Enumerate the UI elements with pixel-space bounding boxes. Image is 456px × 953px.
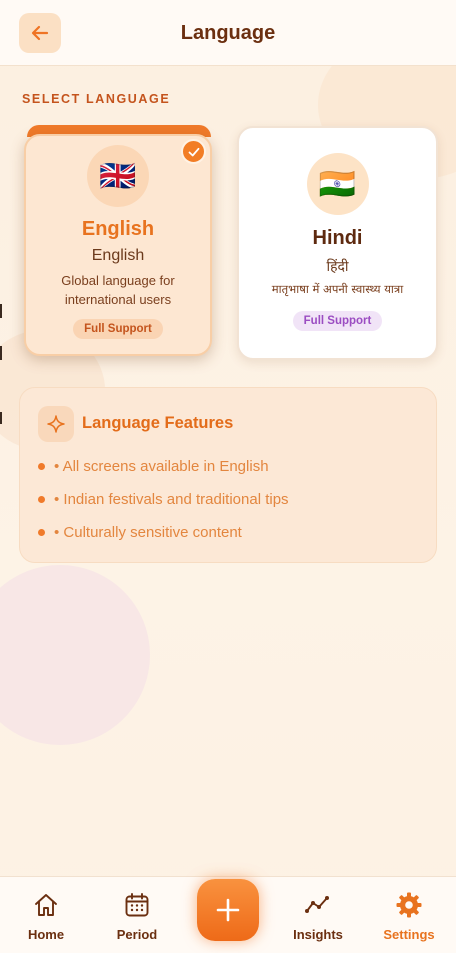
sparkle-icon-box (38, 406, 74, 442)
bullet-dot (38, 496, 45, 503)
language-native-name: English (91, 247, 145, 264)
nav-label: Insights (293, 927, 343, 942)
sparkle-icon (47, 415, 65, 433)
flag-uk: 🇬🇧 (87, 145, 149, 207)
feature-text: • Indian festivals and traditional tips (54, 491, 289, 508)
feature-item: • All screens available in English (38, 458, 269, 475)
nav-insights[interactable]: Insights (278, 877, 358, 953)
bullet-dot (38, 529, 45, 536)
nav-home[interactable]: Home (6, 877, 86, 953)
flag-emoji: 🇬🇧 (99, 159, 137, 193)
language-card-english[interactable]: 🇬🇧 English English Global language for i… (24, 134, 212, 356)
check-icon (188, 147, 199, 156)
nav-settings[interactable]: Settings (369, 877, 449, 953)
features-title: Language Features (82, 414, 234, 432)
language-name: Hindi (312, 227, 363, 249)
feature-item: • Culturally sensitive content (38, 524, 242, 541)
flag-india: 🇮🇳 (306, 153, 369, 215)
language-description: मातृभाषा में अपनी स्वास्थ्य यात्रा (271, 282, 404, 296)
arrow-left-icon (31, 25, 49, 41)
gear-icon (396, 892, 422, 918)
feature-text: • Culturally sensitive content (54, 524, 242, 541)
nav-period[interactable]: Period (97, 877, 177, 953)
feature-text: • All screens available in English (54, 458, 269, 475)
nav-label: Settings (383, 927, 435, 942)
section-label: SELECT LANGUAGE (22, 92, 171, 106)
language-features-panel: Language Features • All screens availabl… (19, 387, 437, 563)
trend-line-icon (305, 896, 329, 913)
language-native-name: हिंदी (326, 259, 349, 275)
home-icon (35, 894, 57, 916)
flag-emoji: 🇮🇳 (318, 167, 357, 201)
feature-item: • Indian festivals and traditional tips (38, 491, 289, 508)
header: Language (0, 0, 456, 66)
edge-mark (0, 346, 2, 360)
selected-check-badge (181, 139, 206, 164)
bullet-dot (38, 463, 45, 470)
nav-label: Home (27, 927, 65, 942)
add-button[interactable] (197, 879, 259, 941)
edge-mark (0, 304, 2, 318)
language-card-hindi[interactable]: 🇮🇳 Hindi हिंदी मातृभाषा में अपनी स्वास्थ… (237, 126, 438, 360)
nav-label: Period (116, 927, 158, 942)
language-description: Global language for international users (61, 273, 175, 307)
plus-icon (216, 898, 240, 922)
page-title: Language (180, 21, 276, 44)
support-badge: Full Support (292, 311, 383, 331)
support-badge: Full Support (73, 319, 163, 339)
calendar-icon (125, 893, 149, 917)
language-name: English (81, 218, 155, 240)
language-screen: Language SELECT LANGUAGE 🇬🇧 English Engl… (0, 0, 456, 953)
edge-mark (0, 412, 2, 424)
decorative-blob (0, 565, 150, 745)
back-button[interactable] (19, 13, 61, 53)
